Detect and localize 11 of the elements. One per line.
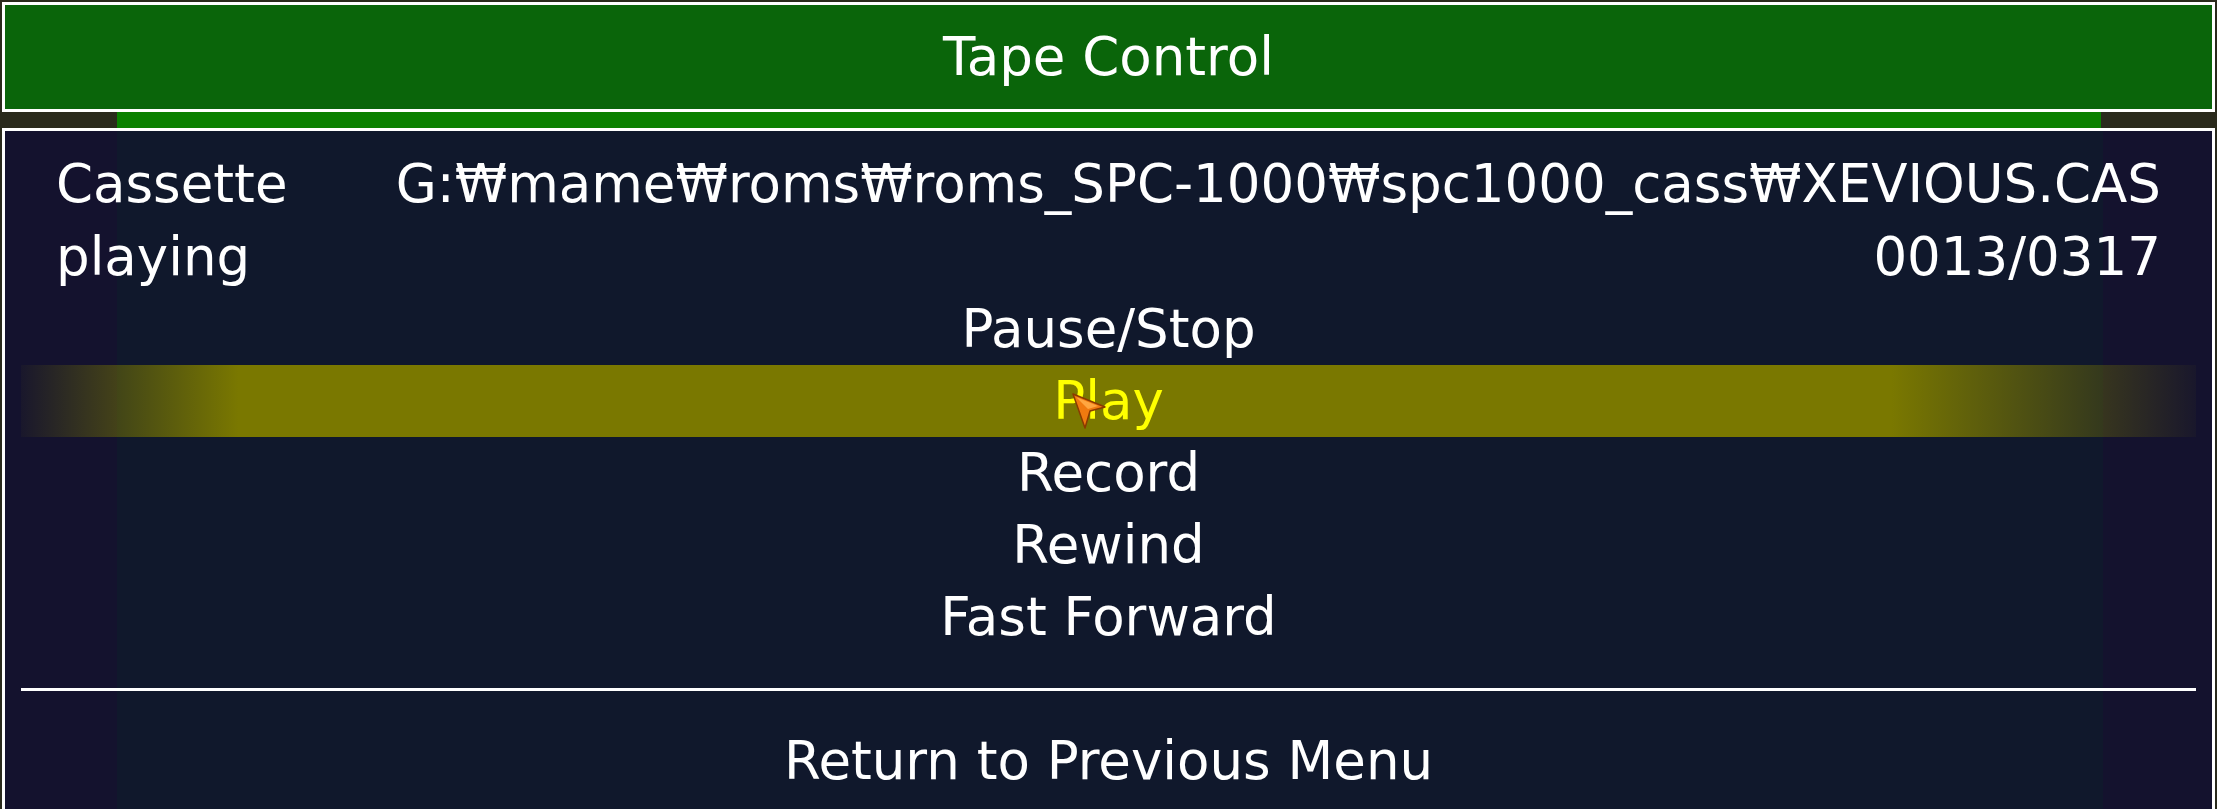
file-path: G:₩mame₩roms₩roms_SPC-1000₩spc1000_cass₩XEVIOUS.CAS (395, 152, 2161, 216)
menu-title: Tape Control (943, 25, 1274, 89)
menu-item[interactable]: Record (1016, 441, 1201, 505)
menu-item[interactable]: Rewind (1012, 513, 1205, 577)
tape-counter: 0013/0317 (1873, 225, 2161, 289)
menu-item[interactable]: Return to Previous Menu (783, 729, 1434, 793)
mouse-pointer-icon (1072, 393, 1106, 429)
device-label: Cassette (56, 152, 288, 216)
status-label: playing (56, 225, 251, 289)
menu-item[interactable]: Fast Forward (940, 585, 1277, 649)
menu-item[interactable]: Pause/Stop (961, 297, 1256, 361)
